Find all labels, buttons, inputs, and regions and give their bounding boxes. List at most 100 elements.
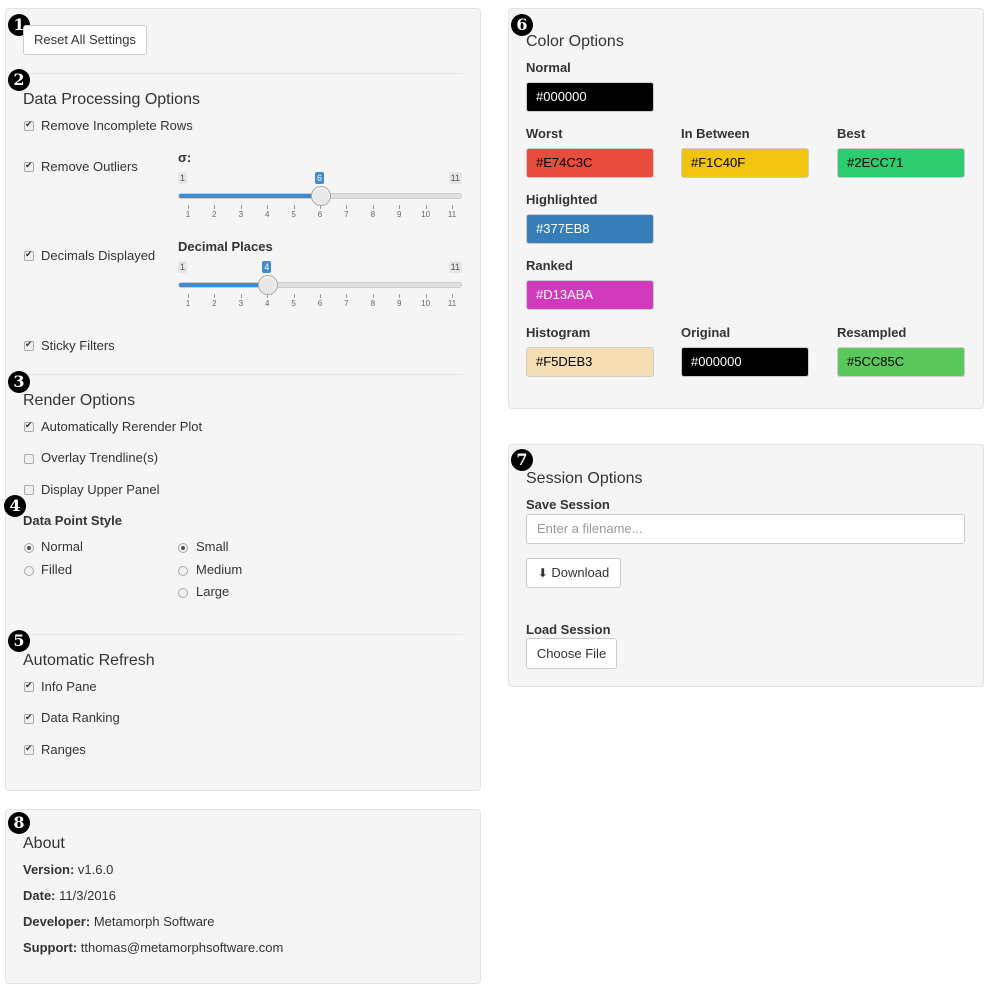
slider-tick <box>188 205 189 209</box>
download-button-label: Download <box>551 565 610 580</box>
histogram-color-input[interactable]: #F5DEB3 <box>526 347 654 377</box>
slider-tick <box>372 205 374 209</box>
style-normal-label: Normal <box>41 539 83 554</box>
divider <box>23 634 463 635</box>
style-filled-radio[interactable] <box>24 566 34 576</box>
ranges-checkbox[interactable] <box>24 743 34 755</box>
data-ranking-checkbox[interactable] <box>24 712 34 724</box>
style-filled-label: Filled <box>41 562 73 577</box>
date-row: Date: 11/3/2016 <box>23 888 116 903</box>
badge-7: 7 <box>511 449 533 471</box>
color-options-title: Color Options <box>526 33 624 50</box>
slider-tick-label: 5 <box>291 299 296 308</box>
style-normal-radio[interactable] <box>24 543 34 553</box>
slider-min-label: 1 <box>178 261 188 273</box>
sigma-slider[interactable]: 1 11 6 1 2 3 4 5 6 7 8 9 10 11 <box>178 172 462 242</box>
slider-tick-label: 6 <box>317 299 323 308</box>
slider-handle[interactable] <box>258 275 279 295</box>
version-label: Version: <box>23 862 75 877</box>
worst-color-input[interactable]: #E74C3C <box>526 148 654 178</box>
size-small-radio[interactable] <box>178 543 188 553</box>
normal-color-input[interactable]: #000000 <box>526 82 654 112</box>
resampled-color-input[interactable]: #5CC85C <box>837 347 965 377</box>
display-upper-panel-checkbox[interactable] <box>24 485 34 495</box>
reset-all-settings-button[interactable]: Reset All Settings <box>23 25 147 55</box>
highlighted-color-input[interactable]: #377EB8 <box>526 214 654 244</box>
about-title: About <box>23 835 65 852</box>
slider-handle[interactable] <box>311 186 331 206</box>
original-color-input[interactable]: #000000 <box>681 347 809 377</box>
ranked-color-input[interactable]: #D13ABA <box>526 280 654 310</box>
slider-tick-label: 2 <box>212 299 217 308</box>
color-value: #000000 <box>691 354 742 369</box>
color-value: #F1C40F <box>691 155 746 170</box>
support-label: Support: <box>23 940 78 955</box>
in-between-color-input[interactable]: #F1C40F <box>681 148 809 178</box>
slider-tick-label: 9 <box>396 299 402 308</box>
slider-tick <box>240 294 242 298</box>
resampled-color-label: Resampled <box>837 325 907 340</box>
auto-rerender-checkbox[interactable] <box>24 420 34 432</box>
ranges-label: Ranges <box>41 742 86 757</box>
ranked-color-label: Ranked <box>526 258 573 273</box>
session-options-title: Session Options <box>526 470 643 487</box>
info-pane-checkbox[interactable] <box>24 680 34 692</box>
date-value: 11/3/2016 <box>59 888 117 903</box>
color-value: #D13ABA <box>536 287 594 302</box>
choose-file-button[interactable]: Choose File <box>526 638 617 669</box>
slider-tick <box>399 294 401 298</box>
slider-tick-label: 7 <box>344 210 349 219</box>
download-button[interactable]: ⬇ Download <box>526 558 621 588</box>
date-label: Date: <box>23 888 56 903</box>
overlay-trendline-checkbox[interactable] <box>24 454 34 464</box>
decimal-places-slider[interactable]: 1 11 4 1 2 3 4 5 6 7 8 9 10 11 <box>178 261 462 331</box>
slider-tick-label: 10 <box>421 210 431 219</box>
sticky-filters-label: Sticky Filters <box>41 338 115 353</box>
slider-tick <box>293 294 295 298</box>
color-value: #000000 <box>536 89 587 104</box>
slider-tick-label: 4 <box>264 210 270 219</box>
decimal-places-label: Decimal Places <box>178 239 273 254</box>
color-value: #2ECC71 <box>847 155 904 170</box>
slider-tick-label: 9 <box>396 210 402 219</box>
slider-tick-label: 3 <box>238 210 244 219</box>
sticky-filters-checkbox[interactable] <box>24 339 34 351</box>
slider-track <box>178 186 462 206</box>
slider-fill <box>179 283 269 287</box>
size-medium-radio[interactable] <box>178 566 188 576</box>
slider-tick-label: 8 <box>370 210 376 219</box>
slider-max-label: 11 <box>448 261 462 273</box>
display-upper-panel-label: Display Upper Panel <box>41 482 160 497</box>
sigma-label: σ: <box>178 150 192 165</box>
download-icon: ⬇ <box>537 566 548 580</box>
badge-3: 3 <box>8 371 30 393</box>
color-value: #377EB8 <box>536 221 590 236</box>
remove-incomplete-label: Remove Incomplete Rows <box>41 118 193 133</box>
slider-tick <box>425 294 427 298</box>
slider-tick <box>214 205 216 209</box>
filename-input[interactable]: Enter a filename... <box>526 514 965 544</box>
original-color-label: Original <box>681 325 731 340</box>
size-large-label: Large <box>196 584 230 599</box>
slider-tick <box>399 205 401 209</box>
slider-tick <box>267 205 269 209</box>
decimals-displayed-checkbox[interactable] <box>24 249 34 261</box>
version-value: v1.6.0 <box>77 862 114 877</box>
slider-tick <box>267 294 269 298</box>
remove-outliers-checkbox[interactable] <box>24 160 34 172</box>
slider-tick-label: 5 <box>291 210 296 219</box>
color-value: #E74C3C <box>536 155 593 170</box>
slider-tick <box>346 205 348 209</box>
save-session-label: Save Session <box>526 497 610 512</box>
remove-incomplete-checkbox[interactable] <box>24 119 34 131</box>
size-large-radio[interactable] <box>178 588 188 598</box>
developer-row: Developer: Metamorph Software <box>23 914 215 929</box>
slider-tick <box>346 294 348 298</box>
slider-tick-label: 1 <box>185 299 191 308</box>
support-value: tthomas@metamorphsoftware.com <box>80 940 284 955</box>
best-color-input[interactable]: #2ECC71 <box>837 148 965 178</box>
slider-value-label: 6 <box>315 172 325 184</box>
info-pane-label: Info Pane <box>41 679 97 694</box>
auto-rerender-label: Automatically Rerender Plot <box>41 419 203 434</box>
slider-tick-label: 8 <box>370 299 376 308</box>
